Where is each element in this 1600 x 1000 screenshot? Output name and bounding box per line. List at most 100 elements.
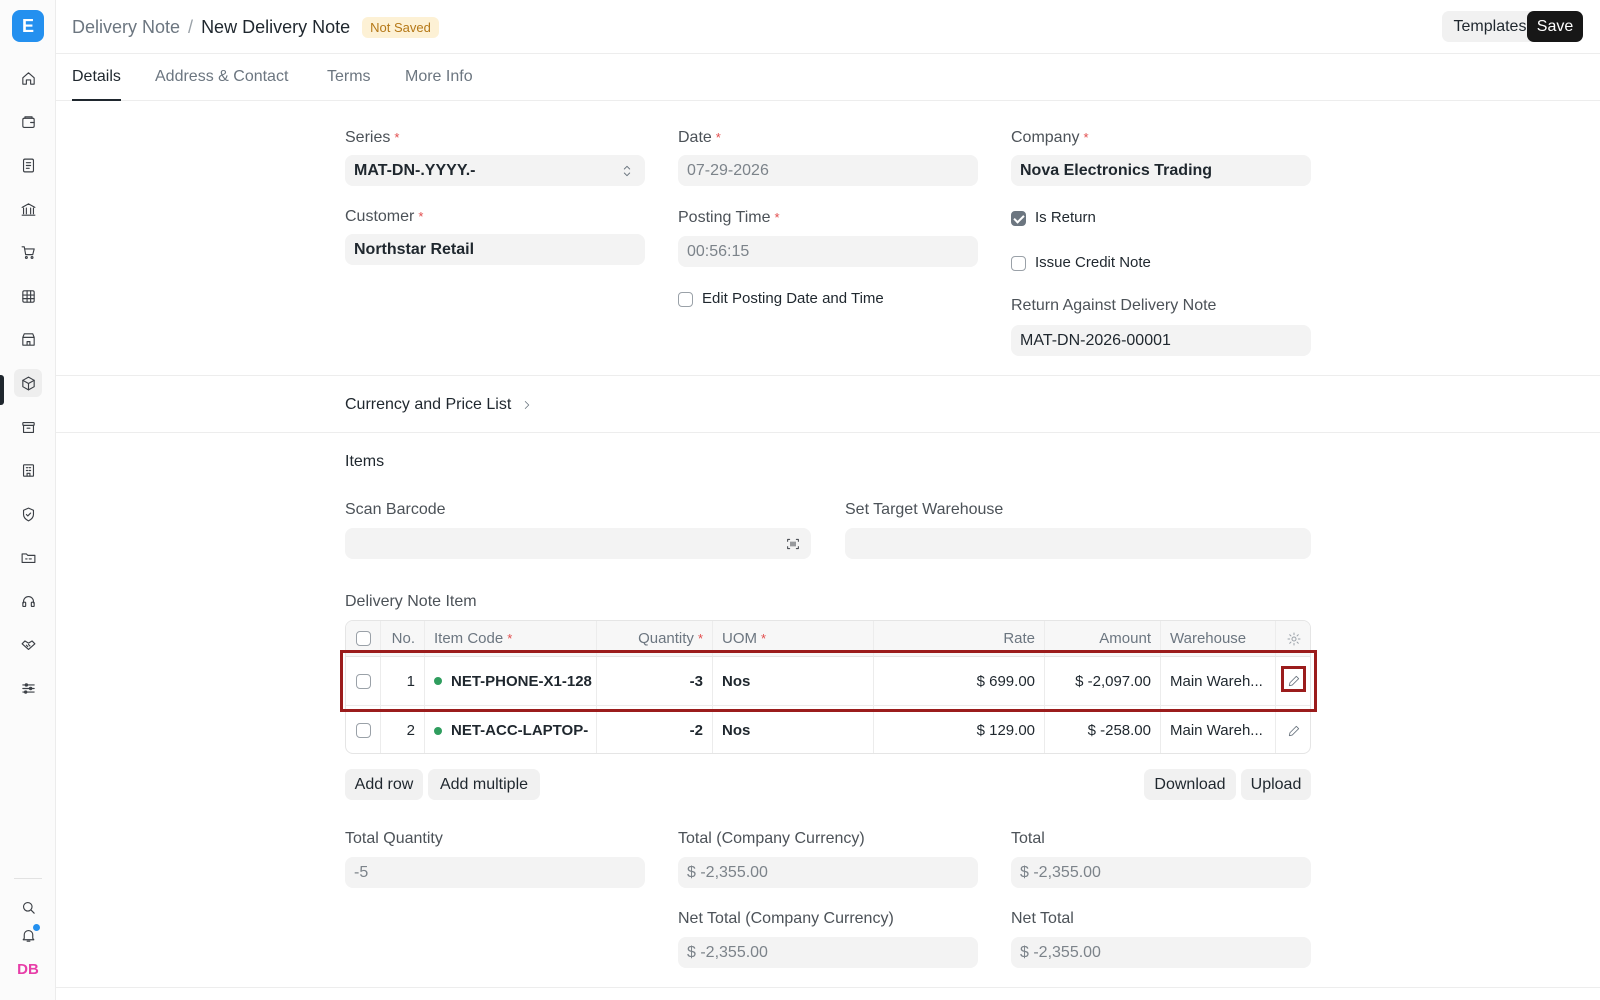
net-total-label: Net Total (1011, 910, 1074, 927)
bank-icon[interactable] (14, 195, 42, 223)
stock-box-icon[interactable] (14, 369, 42, 397)
sliders-icon[interactable] (14, 674, 42, 702)
scan-barcode-input[interactable] (345, 528, 811, 559)
total-quantity-label: Total Quantity (345, 830, 443, 847)
return-against-field[interactable]: MAT-DN-2026-00001 (1011, 325, 1311, 356)
breadcrumb-separator: / (188, 17, 194, 37)
sidebar: E DB (0, 0, 56, 1000)
row-edit-button[interactable] (1276, 706, 1310, 753)
tab-terms[interactable]: Terms (327, 68, 371, 99)
header-warehouse: Warehouse (1161, 621, 1276, 656)
set-target-warehouse-input[interactable] (845, 528, 1311, 559)
archive-icon[interactable] (14, 413, 42, 441)
gear-icon[interactable] (1286, 631, 1302, 647)
section-divider (56, 987, 1600, 988)
cart-icon[interactable] (14, 238, 42, 266)
row-quantity[interactable]: -3 (597, 657, 713, 705)
chevron-up-down-icon (623, 165, 631, 176)
home-icon[interactable] (14, 64, 42, 92)
templates-button[interactable]: Templates (1442, 11, 1538, 42)
row-quantity[interactable]: -2 (597, 706, 713, 753)
avatar[interactable]: DB (14, 958, 42, 980)
is-return-checkbox[interactable] (1011, 211, 1026, 226)
is-return-label: Is Return (1035, 209, 1096, 226)
row-item-code[interactable]: NET-PHONE-X1-128 (425, 657, 597, 705)
total-quantity-field: -5 (345, 857, 645, 888)
handshake-icon[interactable] (14, 630, 42, 658)
sidebar-divider (14, 878, 42, 879)
date-field[interactable]: 07-29-2026 (678, 155, 978, 186)
section-divider (56, 375, 1600, 376)
row-warehouse[interactable]: Main Wareh... (1161, 706, 1276, 753)
folder-icon[interactable] (14, 543, 42, 571)
row-uom[interactable]: Nos (713, 657, 874, 705)
company-label: Company * (1011, 129, 1089, 146)
customer-label: Customer * (345, 208, 424, 225)
pencil-icon[interactable] (1287, 724, 1301, 738)
total-label: Total (1011, 830, 1045, 847)
row-checkbox[interactable] (355, 723, 371, 738)
document-icon[interactable] (14, 151, 42, 179)
search-icon[interactable] (14, 893, 42, 921)
tab-bar: Details Address & Contact Terms More Inf… (56, 54, 1600, 101)
tab-more-info[interactable]: More Info (405, 68, 473, 99)
wallet-icon[interactable] (14, 108, 42, 136)
select-all-checkbox[interactable] (355, 631, 371, 646)
posting-time-label: Posting Time * (678, 209, 780, 226)
shield-icon[interactable] (14, 500, 42, 528)
download-button[interactable]: Download (1144, 769, 1236, 800)
breadcrumb-parent[interactable]: Delivery Note (72, 17, 180, 38)
column-settings[interactable] (1276, 621, 1310, 656)
notification-dot (33, 924, 40, 931)
header-quantity: Quantity * (597, 621, 713, 656)
table-icon[interactable] (14, 282, 42, 310)
posting-time-field[interactable]: 00:56:15 (678, 236, 978, 267)
customer-field[interactable]: Northstar Retail (345, 234, 645, 265)
series-label: Series * (345, 129, 400, 146)
row-amount: $ -2,097.00 (1045, 657, 1161, 705)
scan-barcode-label: Scan Barcode (345, 501, 446, 518)
headset-icon[interactable] (14, 587, 42, 615)
edit-posting-label: Edit Posting Date and Time (702, 290, 884, 307)
app-logo[interactable]: E (12, 10, 44, 42)
add-row-button[interactable]: Add row (345, 769, 423, 800)
status-dot (434, 677, 442, 685)
header-item-code: Item Code * (425, 621, 597, 656)
net-total-company-currency-field: $ -2,355.00 (678, 937, 978, 968)
series-select[interactable]: MAT-DN-.YYYY.- (345, 155, 645, 186)
row-item-code[interactable]: NET-ACC-LAPTOP- (425, 706, 597, 753)
header-uom: UOM * (713, 621, 874, 656)
add-multiple-button[interactable]: Add multiple (428, 769, 540, 800)
set-target-warehouse-label: Set Target Warehouse (845, 501, 1004, 518)
currency-section-toggle[interactable]: Currency and Price List (345, 395, 534, 414)
select-all-cell (346, 621, 381, 656)
row-rate[interactable]: $ 699.00 (874, 657, 1045, 705)
net-total-company-currency-label: Net Total (Company Currency) (678, 910, 894, 927)
edit-posting-checkbox[interactable] (678, 292, 693, 307)
tab-address-contact[interactable]: Address & Contact (155, 68, 288, 99)
total-company-currency-field: $ -2,355.00 (678, 857, 978, 888)
page-header: Delivery Note / New Delivery Note Not Sa… (56, 0, 1600, 54)
total-company-currency-label: Total (Company Currency) (678, 830, 865, 847)
barcode-scan-icon[interactable] (785, 536, 801, 552)
row-checkbox[interactable] (355, 673, 371, 689)
bell-icon[interactable] (14, 921, 42, 949)
upload-button[interactable]: Upload (1241, 769, 1311, 800)
table-row[interactable]: 1 NET-PHONE-X1-128 -3 Nos $ 699.00 $ -2,… (346, 657, 1310, 706)
page-title: New Delivery Note (201, 17, 351, 37)
tab-details[interactable]: Details (72, 68, 121, 101)
save-button[interactable]: Save (1527, 11, 1583, 42)
store-icon[interactable] (14, 325, 42, 353)
date-label: Date * (678, 129, 721, 146)
row-rate[interactable]: $ 129.00 (874, 706, 1045, 753)
row-edit-button[interactable] (1276, 657, 1310, 705)
table-row[interactable]: 2 NET-ACC-LAPTOP- -2 Nos $ 129.00 $ -258… (346, 706, 1310, 753)
building-icon[interactable] (14, 456, 42, 484)
pencil-icon[interactable] (1287, 674, 1301, 688)
company-field[interactable]: Nova Electronics Trading (1011, 155, 1311, 186)
header-amount: Amount (1045, 621, 1161, 656)
issue-credit-note-checkbox[interactable] (1011, 256, 1026, 271)
section-divider (56, 432, 1600, 433)
row-warehouse[interactable]: Main Wareh... (1161, 657, 1276, 705)
row-uom[interactable]: Nos (713, 706, 874, 753)
